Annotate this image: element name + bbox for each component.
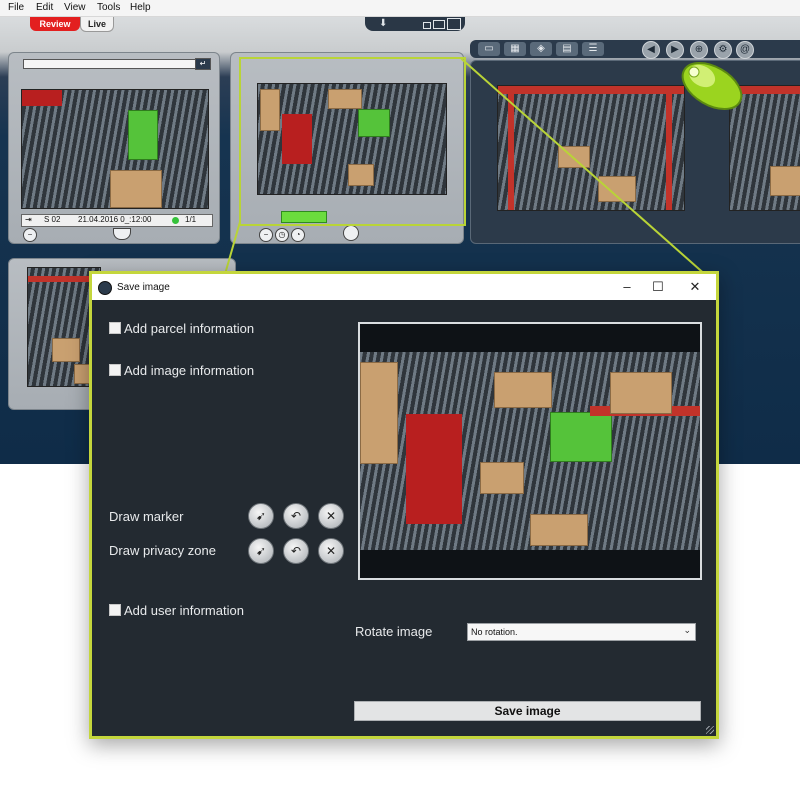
checkbox-user-label: Add user information <box>124 603 244 618</box>
checkbox-image-label: Add image information <box>124 363 255 378</box>
dialog-titlebar[interactable]: Save image – ☐ ✕ <box>92 274 716 300</box>
checkbox-user[interactable] <box>109 604 121 616</box>
layout-medium-icon[interactable] <box>433 20 445 29</box>
station-label: S 02 <box>44 215 61 224</box>
menubar: File Edit View Tools Help <box>0 0 800 17</box>
clock-icon[interactable]: ◷ <box>275 228 289 242</box>
cursor-select-icon[interactable]: ➹ <box>248 503 274 529</box>
download-icon[interactable]: ⬇ <box>379 18 387 29</box>
map-view-icon[interactable]: ▤ <box>556 42 578 56</box>
menu-edit[interactable]: Edit <box>36 2 53 13</box>
save-image-button[interactable]: Save image <box>354 701 701 721</box>
undo-icon[interactable]: ↶ <box>283 503 309 529</box>
enter-icon[interactable]: ↵ <box>195 58 211 70</box>
rotate-image-select[interactable]: No rotation. ⌄ <box>467 623 696 641</box>
rotate-image-value: No rotation. <box>471 627 518 637</box>
resize-grip[interactable] <box>706 726 714 734</box>
checkbox-parcel-label: Add parcel information <box>124 321 255 336</box>
timer-icon[interactable]: ◔ <box>291 228 305 242</box>
save-image-dialog: Save image – ☐ ✕ Add parcel information … <box>89 271 719 739</box>
image-count-label: 1/1 <box>185 215 197 224</box>
tab-live[interactable]: Live <box>80 17 114 32</box>
camera-panel-1: ↵ ⇥ S 02 21.04.2016 0_:12:00 1/1 − <box>8 52 220 244</box>
chevron-down-icon[interactable]: ⌄ <box>683 625 691 636</box>
draw-privacy-zone-label: Draw privacy zone <box>109 543 216 558</box>
layout-small-icon[interactable] <box>423 22 431 29</box>
rotate-image-label: Rotate image <box>355 624 433 639</box>
previous-icon[interactable]: ◀ <box>642 41 660 59</box>
mouse-icon <box>672 56 752 116</box>
grid-view-icon[interactable]: ▦ <box>504 42 526 56</box>
window-icon <box>98 281 112 295</box>
menu-view[interactable]: View <box>64 2 86 13</box>
delete-icon[interactable]: ✕ <box>318 503 344 529</box>
close-icon[interactable]: ✕ <box>682 278 708 296</box>
maximize-icon[interactable]: ☐ <box>645 278 671 296</box>
checkbox-image[interactable] <box>109 364 121 376</box>
expand-icon[interactable] <box>343 225 359 241</box>
draw-marker-label: Draw marker <box>109 509 184 524</box>
camera-status-line: ⇥ S 02 21.04.2016 0_:12:00 1/1 <box>21 214 213 227</box>
zoom-out-icon[interactable]: − <box>23 228 37 242</box>
menu-file[interactable]: File <box>8 2 24 13</box>
menu-tools[interactable]: Tools <box>97 2 120 13</box>
view-layout-bar[interactable]: ⬇ <box>365 17 465 31</box>
cursor-select-icon[interactable]: ➹ <box>248 538 274 564</box>
minimize-icon[interactable]: – <box>614 278 640 296</box>
camera-image-1[interactable] <box>21 89 209 209</box>
delete-icon[interactable]: ✕ <box>318 538 344 564</box>
zoom-out-icon[interactable]: − <box>259 228 273 242</box>
camera-image-3[interactable] <box>497 85 685 211</box>
timestamp-label: 21.04.2016 0_:12:00 <box>78 215 152 224</box>
tab-review[interactable]: Review <box>30 17 80 31</box>
parcel-view-icon[interactable]: ◈ <box>530 42 552 56</box>
dialog-title: Save image <box>117 282 170 293</box>
zoom-callout-outline <box>239 57 466 226</box>
menu-help[interactable]: Help <box>130 2 151 13</box>
layout-large-icon[interactable] <box>447 18 461 30</box>
image-preview[interactable] <box>358 322 702 580</box>
details-view-icon[interactable]: ☰ <box>582 42 604 56</box>
camera-search-field[interactable] <box>23 59 205 69</box>
list-view-icon[interactable]: ▭ <box>478 42 500 56</box>
undo-icon[interactable]: ↶ <box>283 538 309 564</box>
checkbox-parcel[interactable] <box>109 322 121 334</box>
enter-icon: ⇥ <box>25 215 32 224</box>
status-indicator-icon <box>172 217 179 224</box>
expand-icon[interactable] <box>113 228 131 240</box>
